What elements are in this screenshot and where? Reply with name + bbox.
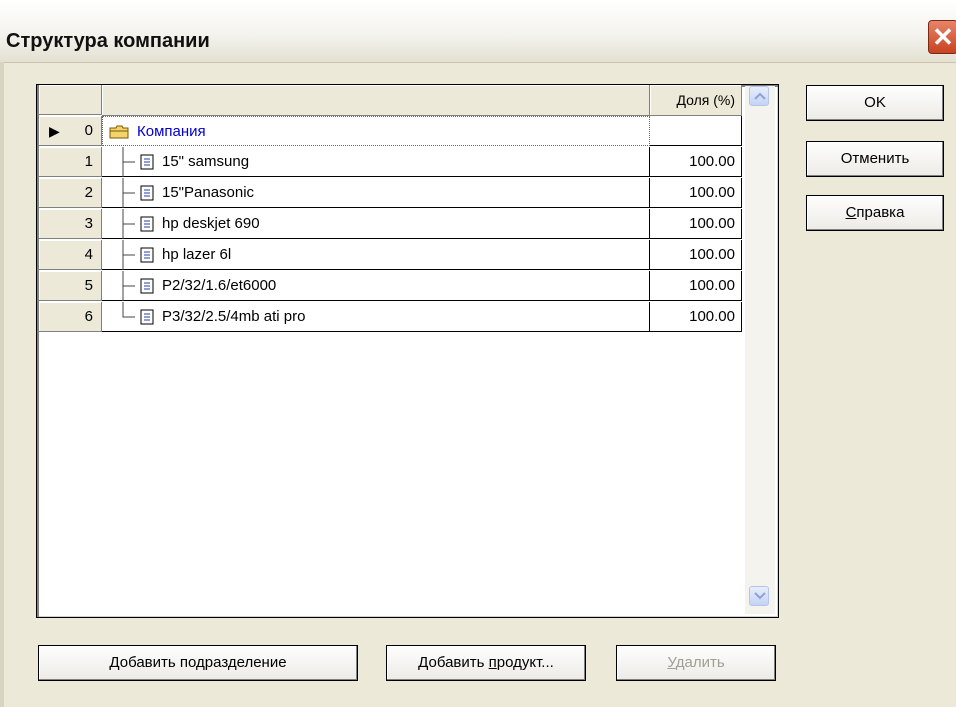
add-division-label-post: разделение bbox=[204, 654, 287, 671]
delete-mnemonic: У bbox=[667, 654, 676, 671]
add-division-button[interactable]: Добавить подразделение bbox=[38, 645, 358, 681]
document-icon bbox=[140, 247, 154, 263]
row-indicator: 2 bbox=[39, 178, 102, 208]
item-label: hp lazer 6l bbox=[162, 246, 232, 263]
row-indicator: 6 bbox=[39, 302, 102, 332]
help-button[interactable]: Справка bbox=[806, 195, 944, 231]
name-cell[interactable]: Компания bbox=[102, 116, 650, 146]
name-cell[interactable]: 15"Panasonic bbox=[102, 178, 650, 208]
item-label: P2/32/1.6/et6000 bbox=[162, 277, 277, 294]
name-cell[interactable]: hp deskjet 690 bbox=[102, 209, 650, 239]
share-cell[interactable]: 100.00 bbox=[650, 209, 742, 239]
column-header-name[interactable] bbox=[102, 85, 650, 116]
delete-button[interactable]: Удалить bbox=[616, 645, 776, 681]
row-indicator: 1 bbox=[39, 147, 102, 177]
name-cell[interactable]: hp lazer 6l bbox=[102, 240, 650, 270]
row-number: 5 bbox=[84, 277, 93, 294]
document-icon bbox=[140, 309, 154, 325]
tree-branch-icon bbox=[122, 271, 135, 301]
ok-button[interactable]: OK bbox=[806, 85, 944, 121]
row-indicator: 4 bbox=[39, 240, 102, 270]
item-label: 15" samsung bbox=[162, 153, 250, 170]
tree-branch-icon bbox=[122, 209, 135, 239]
name-cell[interactable]: P2/32/1.6/et6000 bbox=[102, 271, 650, 301]
tree-branch-icon bbox=[122, 240, 135, 270]
delete-label: далить bbox=[675, 654, 725, 671]
tree-branch-icon bbox=[122, 302, 135, 318]
share-cell[interactable]: 100.00 bbox=[650, 147, 742, 177]
close-icon: ✕ bbox=[932, 22, 954, 52]
help-label: правка bbox=[856, 204, 905, 221]
window-border bbox=[0, 62, 4, 707]
row-number: 6 bbox=[84, 308, 93, 325]
help-mnemonic: С bbox=[845, 204, 857, 221]
close-button[interactable]: ✕ bbox=[928, 20, 956, 54]
item-label: P3/32/2.5/4mb ati pro bbox=[162, 308, 306, 325]
row-indicator: ▶ 0 bbox=[39, 116, 102, 146]
name-cell[interactable]: P3/32/2.5/4mb ati pro bbox=[102, 302, 650, 332]
tree-branch-icon bbox=[122, 178, 135, 208]
structure-grid[interactable]: Доля (%) ▶ 0 Компания 1 15" samsung 100.… bbox=[36, 84, 779, 618]
row-indicator: 3 bbox=[39, 209, 102, 239]
item-label: hp deskjet 690 bbox=[162, 215, 260, 232]
add-product-label-post: родукт... bbox=[496, 654, 554, 671]
row-indicator: 5 bbox=[39, 271, 102, 301]
share-cell[interactable]: 100.00 bbox=[650, 240, 742, 270]
add-product-mnemonic: п bbox=[488, 654, 497, 671]
window-title: Структура компании bbox=[6, 30, 210, 52]
share-cell[interactable]: 100.00 bbox=[650, 302, 742, 332]
add-division-mnemonic: д bbox=[196, 654, 205, 671]
vertical-scrollbar[interactable] bbox=[745, 86, 775, 614]
document-icon bbox=[140, 278, 154, 294]
item-label: 15"Panasonic bbox=[162, 184, 255, 201]
column-header-share[interactable]: Доля (%) bbox=[650, 85, 742, 116]
add-product-label-pre: Добавить bbox=[418, 654, 489, 671]
row-number: 0 bbox=[84, 122, 93, 139]
document-icon bbox=[140, 154, 154, 170]
header-corner bbox=[39, 85, 102, 115]
row-number: 3 bbox=[84, 215, 93, 232]
tree-branch-icon bbox=[122, 147, 135, 177]
add-division-label-pre: Добавить по bbox=[109, 654, 197, 671]
scroll-down-button[interactable] bbox=[749, 586, 769, 606]
row-number: 2 bbox=[84, 184, 93, 201]
document-icon bbox=[140, 216, 154, 232]
folder-icon bbox=[109, 125, 129, 139]
scroll-up-button[interactable] bbox=[749, 86, 769, 106]
add-product-button[interactable]: Добавить продукт... bbox=[386, 645, 586, 681]
document-icon bbox=[140, 185, 154, 201]
name-cell[interactable]: 15" samsung bbox=[102, 147, 650, 177]
current-row-arrow-icon: ▶ bbox=[49, 123, 60, 139]
chevron-down-icon bbox=[754, 592, 766, 600]
cancel-button[interactable]: Отменить bbox=[806, 141, 944, 177]
chevron-up-icon bbox=[754, 92, 766, 100]
share-cell[interactable]: 100.00 bbox=[650, 178, 742, 208]
share-cell[interactable]: 100.00 bbox=[650, 271, 742, 301]
share-cell[interactable] bbox=[650, 116, 742, 146]
row-number: 4 bbox=[84, 246, 93, 263]
row-number: 1 bbox=[84, 153, 93, 170]
title-bar: Структура компании ✕ bbox=[0, 0, 956, 63]
root-label: Компания bbox=[137, 123, 206, 140]
